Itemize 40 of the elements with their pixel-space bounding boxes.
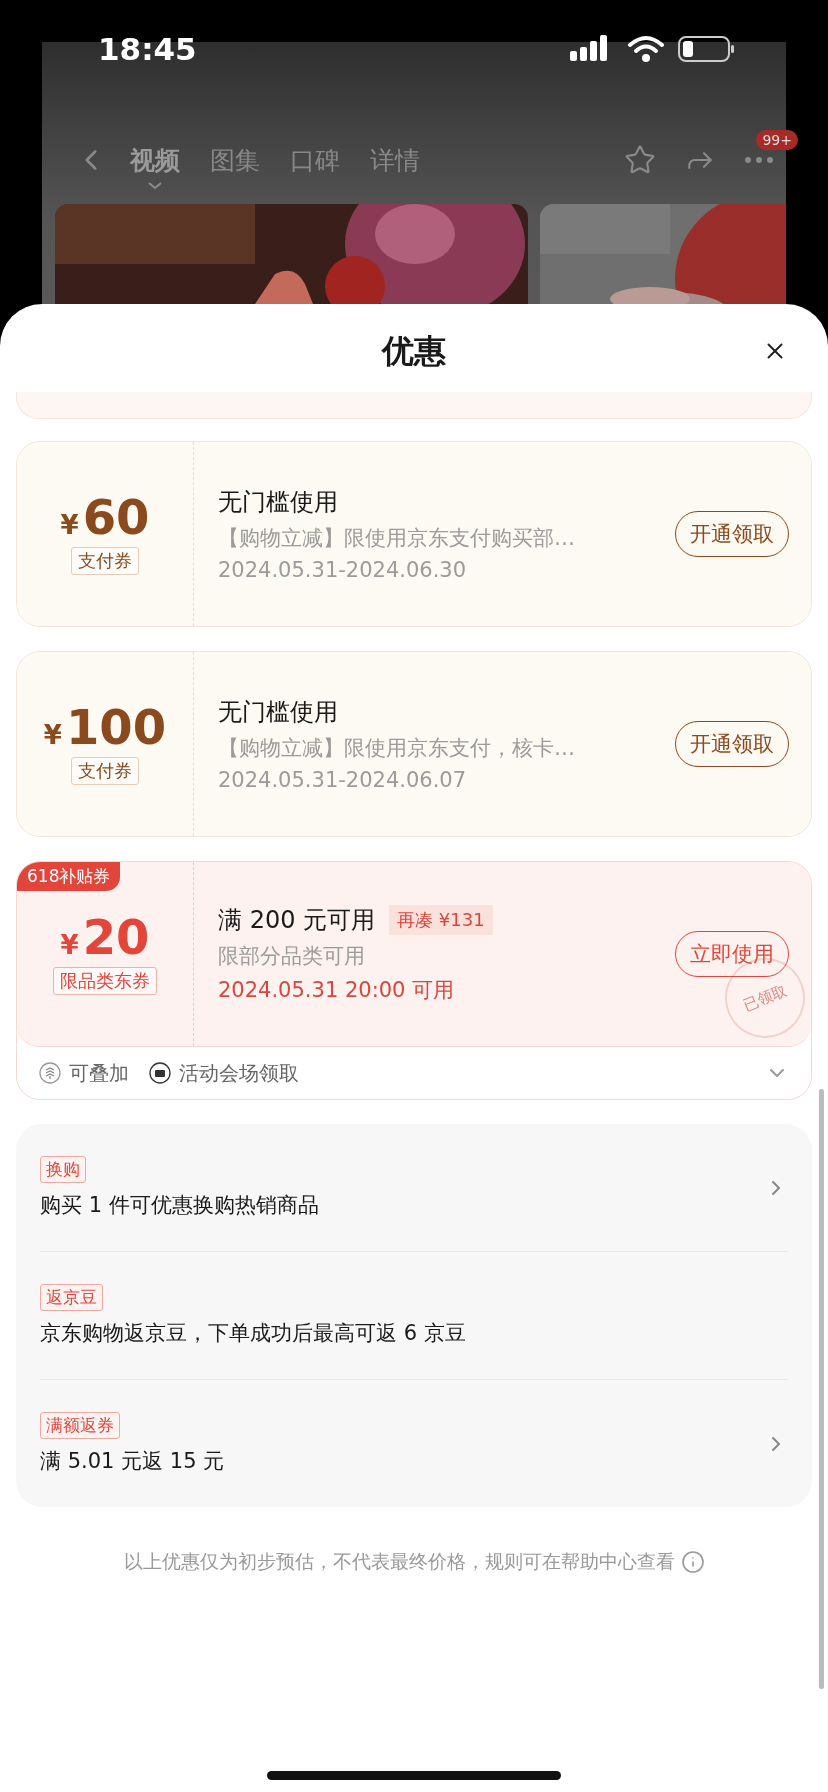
promotion-text: 京东购物返京豆，下单成功后最高可返 6 京豆 [40,1320,466,1347]
coupon-description: 【购物立减】限使用京东支付，核卡… [218,735,576,762]
notification-badge: 99+ [756,130,798,150]
coupon-extra-tag: 再凑 ¥131 [389,905,493,935]
coupon-date: 2024.05.31 20:00 可用 [218,977,456,1004]
coupon-corner-tag: 618补贴券 [17,862,121,891]
stack-icon [39,1062,61,1084]
wifi-icon [628,35,664,63]
nav-tab[interactable]: 视频 [118,130,192,190]
promotion-tag: 满额返券 [40,1412,120,1439]
nav-tab[interactable]: 图集 [198,130,272,190]
info-icon[interactable] [680,1549,705,1574]
status-time: 18:45 [98,33,197,65]
promotion-tag: 换购 [40,1156,86,1183]
coupon-date: 2024.05.31-2024.06.30 [218,558,468,582]
promotion-text: 购买 1 件可优惠换购热销商品 [40,1192,319,1219]
coupon-amount: ¥100 [43,703,167,751]
more-icon[interactable] [744,156,774,164]
promotion-text: 满 5.01 元返 15 元 [40,1448,225,1475]
coupon-type-tag: 限品类东券 [53,967,157,995]
caret-icon [147,182,163,190]
coupon-type-tag: 支付券 [71,757,139,785]
nav-tab[interactable]: 详情 [358,130,432,190]
coupon-date: 2024.05.31-2024.06.07 [218,768,468,792]
coupon-title: 满 200 元可用 [218,905,376,936]
coupon-feature-label: 可叠加 [69,1059,129,1087]
coupon-title: 无门槛使用 [218,697,338,728]
battery-icon [678,35,736,63]
coupon-title: 无门槛使用 [218,487,338,518]
coupon-amount: ¥60 [60,493,150,541]
coupon-type-tag: 支付券 [71,547,139,575]
disclaimer-text: 以上优惠仅为初步预估，不代表最终价格，规则可在帮助中心查看 [123,1550,675,1574]
coupon-amount: ¥20 [60,913,150,961]
coupon-feature-label: 活动会场领取 [179,1059,299,1087]
nav-tab[interactable]: 口碑 [278,130,352,190]
promotion-tag: 返京豆 [40,1284,103,1311]
sheet-title: 优惠 [382,331,446,372]
coupon-description: 限部分品类可用 [218,943,366,970]
ticket-icon [149,1062,171,1084]
coupon-description: 【购物立减】限使用京东支付购买部… [218,525,576,552]
